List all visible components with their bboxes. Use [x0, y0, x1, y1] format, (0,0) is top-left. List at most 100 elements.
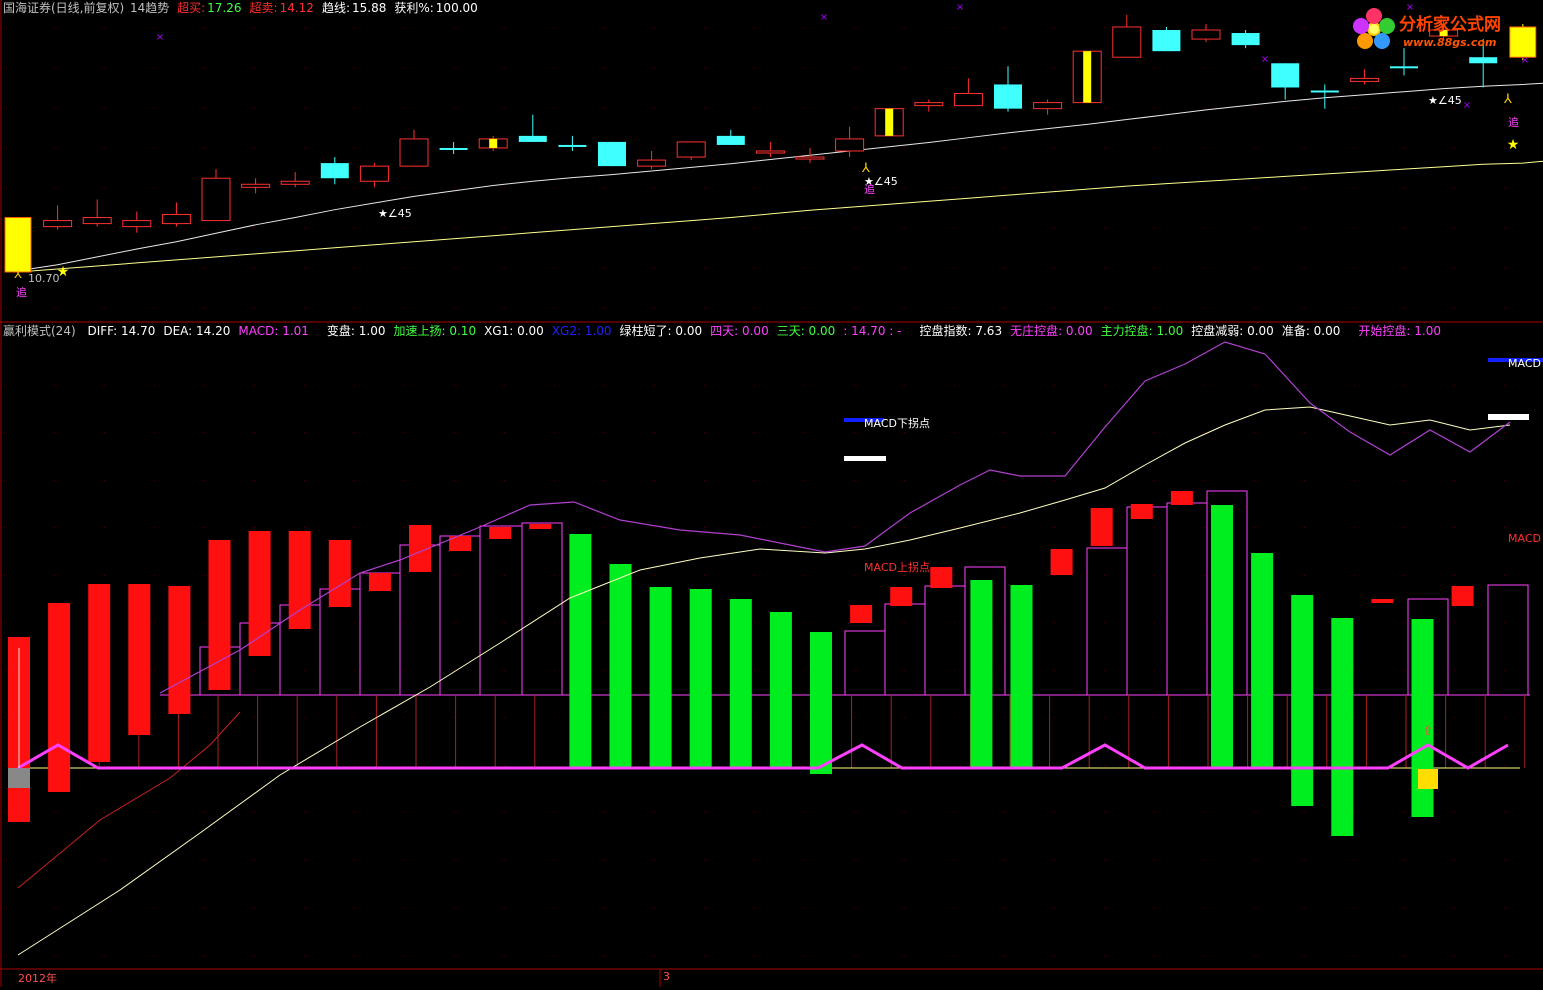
grid-dot [454, 575, 455, 576]
grid-dot [254, 27, 255, 28]
grid-dot [404, 385, 405, 386]
grid-dot [1354, 812, 1355, 813]
grid-dot [1104, 307, 1105, 308]
grid-dot [204, 227, 205, 228]
grid-dot [1204, 575, 1205, 576]
macd-down-turn-label: MACD下拐点 [864, 417, 930, 430]
grid-dot [1204, 622, 1205, 623]
macd-bar [1170, 491, 1193, 505]
grid-dot [654, 267, 655, 268]
grid-dot [154, 227, 155, 228]
grid-dot [104, 147, 105, 148]
grid-dot [1454, 187, 1455, 188]
candle-body [953, 93, 983, 107]
grid-dot [54, 480, 55, 481]
candle-body [280, 180, 310, 185]
indicator-box [521, 522, 563, 696]
grid-dot [604, 765, 605, 766]
grid-dot [1304, 67, 1305, 68]
grid-dot [404, 765, 405, 766]
grid-dot [504, 812, 505, 813]
grid-dot [354, 385, 355, 386]
grid-dot [604, 860, 605, 861]
grid-dot [654, 955, 655, 956]
chart-canvas[interactable]: ⇧ ★★⅄⅄⅄××× ×××× [0, 0, 1543, 987]
grid-dot [454, 385, 455, 386]
grid-dot [1004, 480, 1005, 481]
candle-body [359, 165, 389, 182]
grid-dot [1354, 187, 1355, 188]
grid-dot [1304, 860, 1305, 861]
macd-bar [128, 584, 151, 735]
grid-dot [604, 670, 605, 671]
low-price-label: 10.70 [28, 272, 60, 285]
candle-body [914, 102, 944, 107]
grid-dot [1004, 717, 1005, 718]
grid-dot [154, 67, 155, 68]
angle-45-label: ★∠45 [1428, 94, 1462, 107]
grid-dot [1354, 385, 1355, 386]
grid-dot [1404, 307, 1405, 308]
grid-dot [1504, 107, 1505, 108]
grid-dot [204, 812, 205, 813]
grid-dot [154, 267, 155, 268]
grid-dot [204, 907, 205, 908]
candlesticks [4, 14, 1537, 273]
grid-dot [1154, 27, 1155, 28]
grid-dot [904, 432, 905, 433]
grid-dot [1504, 955, 1505, 956]
grid-dot [1304, 267, 1305, 268]
grid-dot [1004, 267, 1005, 268]
grid-dot [1454, 107, 1455, 108]
grid-dot [1154, 717, 1155, 718]
grid-dot [804, 480, 805, 481]
grid-dot [1154, 480, 1155, 481]
indicator-box [1487, 584, 1529, 696]
grid-dot [354, 955, 355, 956]
grid-dot [354, 765, 355, 766]
grid-dot [1404, 527, 1405, 528]
grid-dot [354, 480, 355, 481]
fast-ma-line [17, 82, 1543, 272]
grid-dot [54, 227, 55, 228]
grid-dot [654, 307, 655, 308]
grid-dot [1254, 27, 1255, 28]
candle-body [637, 159, 667, 167]
grid-dot [454, 717, 455, 718]
grid-dot [204, 385, 205, 386]
grid-dot [1054, 812, 1055, 813]
grid-dot [1504, 307, 1505, 308]
indicator-value: 无庄控盘: 0.00 [1010, 324, 1093, 338]
grid-dot [1304, 385, 1305, 386]
grid-dot [1504, 765, 1505, 766]
grid-dot [804, 527, 805, 528]
macd-bar [649, 587, 672, 768]
candle [676, 141, 706, 161]
indicator-name: 14趋势 [130, 1, 170, 15]
grid-dot [954, 267, 955, 268]
macd-bar [930, 567, 953, 588]
grid-dot [4, 575, 5, 576]
grid-dot [1104, 267, 1105, 268]
grid-dot [954, 385, 955, 386]
grid-dot [454, 955, 455, 956]
grid-dot [1054, 575, 1055, 576]
grid-dot [454, 67, 455, 68]
grid-dot [1354, 765, 1355, 766]
grid-dot [604, 812, 605, 813]
grid-dot [1204, 527, 1205, 528]
grid-dot [354, 622, 355, 623]
grid-dot [104, 432, 105, 433]
grid-dot [854, 187, 855, 188]
grid-dot [304, 67, 305, 68]
grid-dot [404, 812, 405, 813]
grid-dot [54, 575, 55, 576]
grid-dot [1004, 27, 1005, 28]
grid-dot [504, 765, 505, 766]
grid-dot [354, 432, 355, 433]
grid-dot [404, 670, 405, 671]
grid-dot [104, 307, 105, 308]
grid-dot [1454, 622, 1455, 623]
grid-dot [204, 717, 205, 718]
candle-body [43, 220, 73, 228]
